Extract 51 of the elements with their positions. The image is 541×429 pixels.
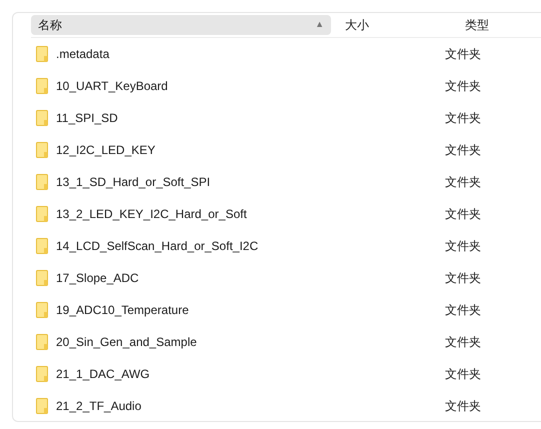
file-name: 21_2_TF_Audio [56,398,142,415]
file-type: 文件夹 [445,46,481,63]
file-type: 文件夹 [445,142,481,159]
column-header[interactable]: 类型 [458,15,541,35]
folder-icon [36,398,48,414]
folder-row[interactable]: 17_Slope_ADC 文件夹 [36,262,541,294]
folder-icon [36,206,48,222]
file-type: 文件夹 [445,366,481,383]
file-name: 14_LCD_SelfScan_Hard_or_Soft_I2C [56,238,260,255]
folder-row[interactable]: 14_LCD_SelfScan_Hard_or_Soft_I2C 文件夹 [36,230,541,262]
file-type: 文件夹 [445,302,481,319]
file-name: 21_1_DAC_AWG [56,366,151,383]
folder-row[interactable]: 11_SPI_SD 文件夹 [36,102,541,134]
folder-row[interactable]: 10_UART_KeyBoard 文件夹 [36,70,541,102]
folder-row[interactable]: 13_1_SD_Hard_or_Soft_SPI 文件夹 [36,166,541,198]
folder-icon [36,270,48,286]
column-header[interactable]: 大小 [338,15,458,35]
file-type: 文件夹 [445,398,481,415]
file-name: 13_1_SD_Hard_or_Soft_SPI [56,174,212,191]
file-name: 10_UART_KeyBoard [56,78,169,95]
file-type: 文件夹 [445,206,481,223]
file-type: 文件夹 [445,78,481,95]
folder-row[interactable]: 12_I2C_LED_KEY 文件夹 [36,134,541,166]
folder-icon [36,238,48,254]
folder-row[interactable]: 21_2_TF_Audio 文件夹 [36,390,541,422]
file-name: 17_Slope_ADC [56,270,140,287]
folder-icon [36,334,48,350]
folder-icon [36,46,48,62]
folder-icon [36,78,48,94]
folder-row[interactable]: 19_ADC10_Temperature 文件夹 [36,294,541,326]
folder-row[interactable]: 13_2_LED_KEY_I2C_Hard_or_Soft 文件夹 [36,198,541,230]
folder-row[interactable]: 20_Sin_Gen_and_Sample 文件夹 [36,326,541,358]
column-header[interactable]: 名称 ▲ [31,15,331,35]
folder-icon [36,302,48,318]
folder-row[interactable]: 21_1_DAC_AWG 文件夹 [36,358,541,390]
file-name: 12_I2C_LED_KEY [56,142,156,159]
file-type: 文件夹 [445,110,481,127]
file-name: .metadata [56,46,110,63]
folder-icon [36,142,48,158]
folder-row[interactable]: .metadata 文件夹 [36,38,541,70]
file-name: 13_2_LED_KEY_I2C_Hard_or_Soft [56,206,248,223]
file-type: 文件夹 [445,270,481,287]
file-name: 11_SPI_SD [56,110,119,127]
folder-icon [36,110,48,126]
file-type: 文件夹 [445,174,481,191]
file-type: 文件夹 [445,334,481,351]
file-name: 20_Sin_Gen_and_Sample [56,334,198,351]
folder-icon [36,174,48,190]
file-name: 19_ADC10_Temperature [56,302,190,319]
file-type: 文件夹 [445,238,481,255]
folder-icon [36,366,48,382]
